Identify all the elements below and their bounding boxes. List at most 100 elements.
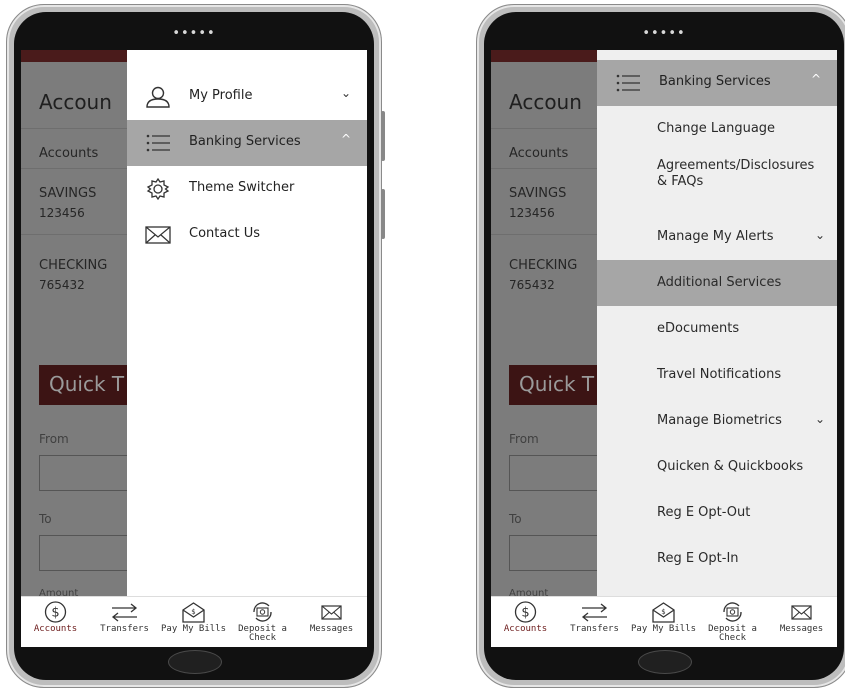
account-number: 123456 — [39, 206, 85, 220]
quick-transfer-title: Quick T — [519, 372, 595, 396]
submenu-item-label: Manage Biometrics — [657, 413, 782, 428]
side-button-lower — [381, 189, 385, 239]
home-button[interactable] — [638, 650, 692, 674]
chevron-up-icon: ^ — [810, 72, 821, 86]
svg-text:$: $ — [51, 606, 59, 621]
menu-item-label: Banking Services — [659, 74, 771, 89]
camera-refresh-icon — [253, 602, 272, 622]
tab-label: Transfers — [570, 624, 619, 634]
camera-refresh-icon — [723, 602, 742, 622]
left-phone-body: ••••• Accoun Accounts SAVINGS 123456 CHE… — [14, 12, 374, 680]
bottom-tab-bar: $ Accounts Transfers $ Pay My Bills Depo… — [21, 596, 367, 647]
account-number: 765432 — [39, 278, 85, 292]
account-name: SAVINGS — [509, 186, 567, 201]
mail-icon — [791, 605, 812, 620]
menu-item-banking-services[interactable]: Banking Services ^ — [127, 120, 367, 166]
tab-deposit-a-check[interactable]: Deposit a Check — [698, 597, 767, 647]
submenu-item-label: Quicken & Quickbooks — [657, 459, 804, 474]
tab-label: Transfers — [100, 624, 149, 634]
tab-label: Messages — [309, 624, 354, 634]
account-number: 123456 — [509, 206, 555, 220]
submenu-item-label: Manage My Alerts — [657, 229, 774, 244]
submenu-item-reg-e-opt-out[interactable]: Reg E Opt-Out — [597, 490, 837, 536]
tab-accounts[interactable]: $ Accounts — [21, 597, 90, 647]
submenu-item-reg-e-opt-in[interactable]: Reg E Opt-In — [597, 536, 837, 582]
envelope-icon — [145, 226, 171, 244]
submenu-item-label: eDocuments — [657, 321, 740, 336]
tab-label: Pay My Bills — [160, 624, 227, 634]
tab-label: Messages — [779, 624, 824, 634]
tab-pay-my-bills[interactable]: $ Pay My Bills — [159, 597, 228, 647]
submenu-item-manage-biometrics[interactable]: Manage Biometrics ⌄ — [597, 398, 837, 444]
submenu-item-travel-notifications[interactable]: Travel Notifications — [597, 352, 837, 398]
menu-item-contact-us[interactable]: Contact Us — [127, 212, 367, 258]
tab-deposit-a-check[interactable]: Deposit a Check — [228, 597, 297, 647]
menu-item-my-profile[interactable]: My Profile ⌄ — [127, 74, 367, 120]
quick-transfer-title: Quick T — [49, 372, 125, 396]
account-name: CHECKING — [509, 258, 578, 273]
submenu-item-edocuments[interactable]: eDocuments — [597, 306, 837, 352]
menu-item-label: Theme Switcher — [189, 180, 295, 195]
submenu-item-agreements[interactable]: Agreements/Disclosures & FAQs — [597, 152, 837, 198]
chevron-down-icon: ⌄ — [814, 228, 825, 242]
accounts-title: Accoun — [39, 90, 112, 114]
menu-item-label: My Profile — [189, 88, 253, 103]
from-label: From — [39, 432, 69, 446]
submenu-item-change-language[interactable]: Change Language — [597, 106, 837, 152]
dollar-circle-icon: $ — [44, 601, 67, 623]
chevron-down-icon: ⌄ — [340, 86, 351, 100]
speaker-dots: ••••• — [642, 26, 686, 41]
submenu-item-label: Travel Notifications — [657, 367, 782, 382]
accounts-title: Accoun — [509, 90, 582, 114]
transfer-arrows-icon — [581, 603, 608, 622]
submenu-item-label: Reg E Opt-In — [657, 551, 739, 566]
menu-item-label: Banking Services — [189, 134, 301, 149]
tab-accounts[interactable]: $ Accounts — [491, 597, 560, 647]
tab-label: Accounts — [33, 624, 78, 634]
tab-messages[interactable]: Messages — [297, 597, 366, 647]
gear-icon — [146, 178, 170, 200]
list-icon — [146, 134, 170, 152]
submenu-item-quicken[interactable]: Quicken & Quickbooks — [597, 444, 837, 490]
submenu-item-label: Change Language — [657, 121, 776, 136]
transfer-arrows-icon — [111, 603, 138, 622]
submenu-item-label: Agreements/Disclosures & FAQs — [657, 158, 815, 189]
tab-label: Deposit a Check — [238, 624, 287, 643]
accounts-tab-label: Accounts — [509, 146, 569, 161]
left-screen: Accoun Accounts SAVINGS 123456 CHECKING … — [21, 50, 367, 647]
right-screen: Accoun Accounts SAVINGS 123456 CHECKING … — [491, 50, 837, 647]
user-icon — [146, 86, 170, 108]
bill-envelope-icon: $ — [182, 602, 205, 623]
menu-item-label: Contact Us — [189, 226, 260, 241]
tab-label: Accounts — [503, 624, 548, 634]
tab-messages[interactable]: Messages — [767, 597, 836, 647]
submenu-item-label: Additional Services — [657, 275, 782, 290]
tab-label: Deposit a Check — [708, 624, 757, 643]
account-name: SAVINGS — [39, 186, 97, 201]
side-drawer: My Profile ⌄ Banking Services ^ Theme Sw… — [127, 50, 367, 596]
home-button[interactable] — [168, 650, 222, 674]
submenu-item-additional-services[interactable]: Additional Services — [597, 260, 837, 306]
speaker-dots: ••••• — [172, 26, 216, 41]
from-label: From — [509, 432, 539, 446]
right-phone-body: ••••• Accoun Accounts SAVINGS 123456 CHE… — [484, 12, 844, 680]
menu-item-theme-switcher[interactable]: Theme Switcher — [127, 166, 367, 212]
svg-text:$: $ — [191, 608, 195, 616]
svg-text:$: $ — [521, 606, 529, 621]
to-label: To — [39, 512, 52, 526]
right-phone-frame: ••••• Accoun Accounts SAVINGS 123456 CHE… — [476, 4, 845, 688]
side-button-upper — [381, 111, 385, 161]
bill-envelope-icon: $ — [652, 602, 675, 623]
chevron-up-icon: ^ — [340, 132, 351, 146]
tab-transfers[interactable]: Transfers — [90, 597, 159, 647]
submenu-item-manage-my-alerts[interactable]: Manage My Alerts ⌄ — [597, 214, 837, 260]
left-phone-frame: ••••• Accoun Accounts SAVINGS 123456 CHE… — [6, 4, 385, 688]
accounts-tab-label: Accounts — [39, 146, 99, 161]
to-label: To — [509, 512, 522, 526]
menu-item-banking-services[interactable]: Banking Services ^ — [597, 60, 837, 106]
account-number: 765432 — [509, 278, 555, 292]
tab-pay-my-bills[interactable]: $ Pay My Bills — [629, 597, 698, 647]
list-icon — [616, 74, 640, 92]
chevron-down-icon: ⌄ — [814, 412, 825, 426]
tab-transfers[interactable]: Transfers — [560, 597, 629, 647]
